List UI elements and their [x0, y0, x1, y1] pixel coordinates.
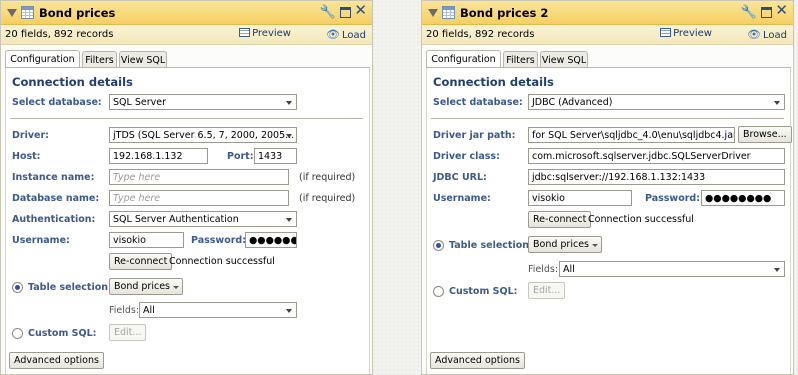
configuration-content: Connection details Select database: SQL … [5, 68, 370, 374]
custom-sql-label: Custom SQL: [449, 286, 518, 297]
panel-title: Bond prices [39, 6, 116, 20]
password-label: Password: [191, 235, 247, 246]
database-name-hint: (if required) [299, 193, 356, 204]
select-database-label: Select database: [433, 97, 523, 108]
fields-select[interactable]: All [139, 302, 297, 318]
reconnect-button[interactable]: Re-connect [528, 211, 592, 228]
fields-select[interactable]: All [559, 261, 785, 277]
section-heading: Connection details [12, 75, 133, 89]
panel-titlebar: Bond prices 🔧 ✕ [1, 1, 372, 25]
custom-sql-label: Custom SQL: [28, 328, 97, 339]
jdbc-url-label: JDBC URL: [433, 172, 487, 183]
browse-button[interactable]: Browse... [738, 126, 792, 143]
record-count: 20 fields, 892 records [5, 29, 114, 40]
panel-title: Bond prices 2 [460, 6, 549, 20]
wrench-icon[interactable]: 🔧 [320, 6, 336, 19]
eye-icon: 👁 [747, 28, 761, 41]
username-field[interactable]: visokio [528, 190, 632, 206]
connection-status: Connection successful [588, 214, 694, 225]
bond-prices-panel: Bond prices 🔧 ✕ 20 fields, 892 records P… [0, 0, 373, 375]
advanced-options-button[interactable]: Advanced options [430, 352, 525, 369]
divider [10, 118, 363, 119]
username-field[interactable]: visokio [109, 232, 184, 248]
close-icon[interactable]: ✕ [775, 3, 788, 18]
configuration-content: Connection details Select database: JDBC… [426, 68, 792, 374]
table-select-button[interactable]: Bond prices [109, 278, 183, 295]
username-label: Username: [12, 235, 70, 246]
advanced-options-button[interactable]: Advanced options [9, 352, 104, 369]
tab-filters[interactable]: Filters [503, 51, 538, 68]
collapse-triangle-icon[interactable] [428, 9, 438, 17]
jdbc-url-field[interactable]: jdbc:sqlserver://192.168.1.132:1433 [528, 169, 785, 185]
table-selection-label: Table selection: [28, 282, 112, 293]
preview-button[interactable]: Preview [660, 28, 712, 39]
port-label: Port: [227, 151, 254, 162]
password-label: Password: [645, 193, 701, 204]
authentication-select[interactable]: SQL Server Authentication [109, 211, 297, 227]
edit-sql-button[interactable]: Edit... [109, 324, 147, 341]
tab-view-sql[interactable]: View SQL [119, 51, 167, 68]
divider [431, 118, 784, 119]
stats-bar: 20 fields, 892 records Preview 👁 Load [422, 25, 793, 45]
host-field[interactable]: 192.168.1.132 [109, 148, 208, 164]
preview-icon [239, 28, 251, 37]
stats-bar: 20 fields, 892 records Preview 👁 Load [1, 25, 372, 45]
table-selection-radio[interactable] [433, 240, 444, 251]
preview-label: Preview [673, 28, 712, 39]
authentication-label: Authentication: [12, 214, 96, 225]
wrench-icon[interactable]: 🔧 [741, 6, 757, 19]
database-select[interactable]: SQL Server [109, 94, 297, 110]
tab-view-sql[interactable]: View SQL [540, 51, 588, 68]
password-field[interactable]: ●●●●●●●● [245, 232, 297, 248]
username-label: Username: [433, 193, 491, 204]
database-name-field[interactable]: Type here [109, 190, 289, 206]
connection-status: Connection successful [169, 256, 275, 267]
password-field[interactable]: ●●●●●●●● [701, 190, 785, 206]
preview-button[interactable]: Preview [239, 28, 291, 39]
preview-icon [660, 28, 672, 37]
record-count: 20 fields, 892 records [426, 29, 535, 40]
load-button[interactable]: 👁 Load [747, 28, 787, 41]
tab-filters[interactable]: Filters [82, 51, 117, 68]
driver-class-field[interactable]: com.microsoft.sqlserver.jdbc.SQLServerDr… [528, 148, 785, 164]
select-database-label: Select database: [12, 97, 102, 108]
port-field[interactable]: 1433 [254, 148, 297, 164]
eye-icon: 👁 [326, 28, 340, 41]
database-name-label: Database name: [12, 193, 100, 204]
driver-jar-path-field[interactable]: for SQL Server\sqljdbc_4.0\enu\sqljdbc4.… [528, 127, 735, 143]
driver-jar-path-label: Driver jar path: [433, 130, 516, 141]
instance-name-field[interactable]: Type here [109, 169, 289, 185]
load-label: Load [342, 30, 366, 41]
reconnect-button[interactable]: Re-connect [109, 253, 173, 270]
collapse-triangle-icon[interactable] [7, 9, 17, 17]
custom-sql-radio[interactable] [12, 328, 23, 339]
maximize-icon[interactable] [340, 7, 351, 18]
table-selection-label: Table selection: [449, 240, 533, 251]
host-label: Host: [12, 151, 41, 162]
edit-sql-button[interactable]: Edit... [528, 282, 566, 299]
driver-select[interactable]: jTDS (SQL Server 6.5, 7, 2000, 2005... [109, 127, 297, 143]
table-icon [442, 6, 455, 19]
load-button[interactable]: 👁 Load [326, 28, 366, 41]
section-heading: Connection details [433, 75, 554, 89]
maximize-icon[interactable] [761, 7, 772, 18]
table-selection-radio[interactable] [12, 282, 23, 293]
driver-class-label: Driver class: [433, 151, 500, 162]
instance-name-hint: (if required) [299, 172, 356, 183]
database-select[interactable]: JDBC (Advanced) [528, 94, 785, 110]
table-icon [21, 6, 34, 19]
load-label: Load [763, 30, 787, 41]
fields-label: Fields: [528, 264, 559, 275]
preview-label: Preview [252, 28, 291, 39]
driver-label: Driver: [12, 130, 49, 141]
fields-label: Fields: [109, 305, 140, 316]
close-icon[interactable]: ✕ [354, 3, 367, 18]
tab-configuration[interactable]: Configuration [5, 50, 80, 68]
table-select-button[interactable]: Bond prices [528, 236, 602, 253]
panel-titlebar: Bond prices 2 🔧 ✕ [422, 1, 793, 25]
custom-sql-radio[interactable] [433, 286, 444, 297]
tab-configuration[interactable]: Configuration [426, 50, 501, 68]
instance-name-label: Instance name: [12, 172, 95, 183]
bond-prices-2-panel: Bond prices 2 🔧 ✕ 20 fields, 892 records… [421, 0, 794, 375]
